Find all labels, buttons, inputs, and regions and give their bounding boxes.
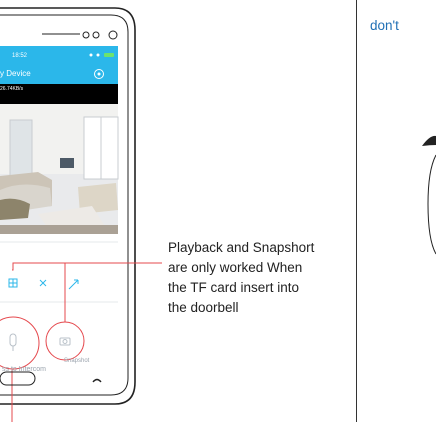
device-title: y Device	[0, 69, 31, 78]
doorbell-outline	[427, 154, 436, 255]
video-speed: 26.74KB/s	[0, 86, 24, 92]
intercom-label: ss to Intercom	[2, 366, 46, 373]
callout-text: Playback and Snapshort are only worked W…	[168, 238, 338, 318]
snapshot-label: Snapshot	[64, 358, 90, 364]
camera-video-feed	[0, 104, 119, 234]
panel-divider	[356, 0, 357, 422]
callout-line-4: the doorbell	[168, 300, 239, 315]
snapshot-button[interactable]	[45, 321, 85, 361]
doorbell-illustration	[422, 135, 436, 146]
right-panel-text: don't	[370, 18, 399, 33]
status-time: 18:52	[12, 53, 28, 59]
callout-line-3: the TF card insert into	[168, 280, 300, 295]
callout-line-1: Playback and Snapshort	[168, 240, 315, 255]
callout-line-2: are only worked When	[168, 260, 303, 275]
